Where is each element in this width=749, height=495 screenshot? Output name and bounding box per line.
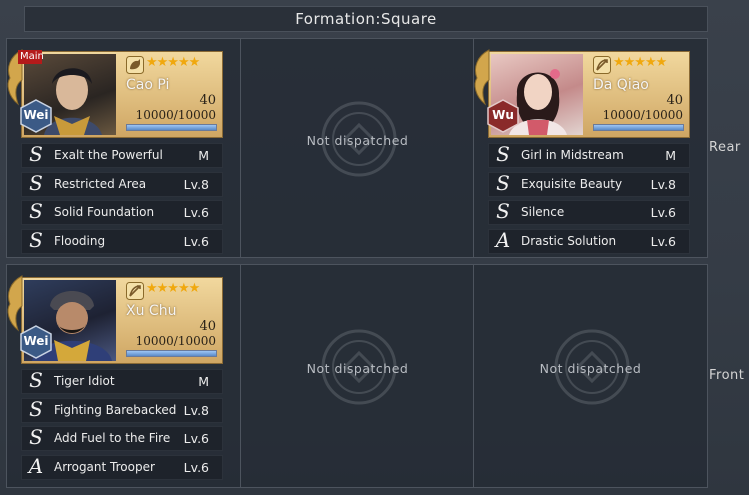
- skill-grade: S: [29, 142, 43, 166]
- skill-grade: S: [29, 227, 43, 252]
- skill-row[interactable]: S Flooding Lv.6: [21, 227, 223, 254]
- faction-badge: Wei: [20, 325, 52, 359]
- skill-name: Tiger Idiot: [54, 374, 115, 388]
- skill-grade: S: [496, 142, 510, 166]
- skill-name: Flooding: [54, 233, 106, 248]
- front-row: Wei ★★★★★ Xu Chu 40 10000/10000 S Tiger …: [6, 264, 708, 488]
- star-rating: ★★★★★: [613, 55, 667, 70]
- skill-level: Lv.8: [183, 402, 209, 418]
- skill-level: M: [665, 148, 676, 163]
- faction-badge: Wei: [20, 99, 52, 133]
- skill-list: S Girl in Midstream M S Exquisite Beauty…: [488, 143, 690, 257]
- skill-row[interactable]: S Add Fuel to the Fire Lv.6: [21, 426, 223, 451]
- skill-grade: A: [495, 227, 511, 252]
- hero-card-da-qiao[interactable]: Wu ★★★★★ Da Qiao 40 10000/10000: [474, 49, 690, 138]
- archer-icon: [126, 282, 144, 300]
- skill-list: S Tiger Idiot M S Fighting Barebacked Lv…: [21, 369, 223, 483]
- faction-badge: Wu: [487, 99, 519, 133]
- skill-grade: S: [496, 170, 510, 195]
- skill-name: Solid Foundation: [54, 205, 155, 219]
- troop-bar-fill: [127, 125, 216, 130]
- formation-title: Formation:Square: [24, 6, 708, 32]
- troop-count: 10000/10000: [135, 108, 216, 122]
- wing-ornament-icon: [474, 49, 490, 106]
- skill-row[interactable]: S Restricted Area Lv.8: [21, 170, 223, 197]
- hero-level: 40: [199, 93, 216, 108]
- skill-row[interactable]: S Girl in Midstream M: [488, 143, 690, 168]
- not-dispatched-label: Not dispatched: [306, 133, 409, 148]
- skill-row[interactable]: A Drastic Solution Lv.6: [488, 227, 690, 254]
- skill-level: Lv.6: [650, 233, 676, 249]
- skill-level: Lv.6: [183, 205, 209, 220]
- hero-name: Xu Chu: [126, 303, 177, 319]
- skill-level: Lv.8: [183, 176, 209, 192]
- skill-row[interactable]: S Solid Foundation Lv.6: [21, 200, 223, 225]
- skill-name: Exalt the Powerful: [54, 148, 163, 162]
- not-dispatched-label: Not dispatched: [306, 361, 409, 376]
- skill-level: Lv.6: [183, 233, 209, 249]
- skill-grade: S: [29, 368, 43, 392]
- hero-name: Cao Pi: [126, 77, 170, 93]
- hero-card-xu-chu[interactable]: Wei ★★★★★ Xu Chu 40 10000/10000: [7, 275, 223, 364]
- skill-level: Lv.6: [183, 431, 209, 446]
- rear-slot-2[interactable]: Not dispatched: [240, 39, 474, 257]
- star-rating: ★★★★★: [146, 55, 200, 70]
- troop-bar: [126, 124, 217, 131]
- archer-icon: [593, 56, 611, 74]
- skill-grade: A: [28, 453, 44, 478]
- front-slot-3[interactable]: Not dispatched: [473, 265, 707, 487]
- main-badge: Main: [18, 50, 44, 64]
- not-dispatched-label: Not dispatched: [539, 361, 642, 376]
- troop-bar-fill: [127, 351, 216, 356]
- troop-count: 10000/10000: [135, 334, 216, 348]
- skill-row[interactable]: S Silence Lv.6: [488, 200, 690, 225]
- skill-level: Lv.6: [650, 205, 676, 220]
- hero-level: 40: [199, 319, 216, 334]
- troop-bar-fill: [594, 125, 683, 130]
- row-label-rear: Rear: [709, 140, 741, 155]
- hero-name: Da Qiao: [593, 77, 649, 93]
- troop-bar: [593, 124, 684, 131]
- cavalry-icon: [126, 56, 144, 74]
- rear-slot-1[interactable]: Main Wei ★★★★★ Cao Pi 40 10000/10000 S E…: [7, 39, 240, 257]
- rear-slot-3[interactable]: Wu ★★★★★ Da Qiao 40 10000/10000 S Girl i…: [473, 39, 707, 257]
- skill-name: Girl in Midstream: [521, 148, 624, 162]
- skill-grade: S: [29, 396, 43, 421]
- hero-level: 40: [666, 93, 683, 108]
- star-rating: ★★★★★: [146, 281, 200, 296]
- skill-row[interactable]: S Tiger Idiot M: [21, 369, 223, 394]
- skill-name: Restricted Area: [54, 176, 147, 191]
- skill-level: Lv.6: [183, 459, 209, 475]
- skill-grade: S: [29, 170, 43, 195]
- hero-card-cao-pi[interactable]: Main Wei ★★★★★ Cao Pi 40 10000/10000: [7, 49, 223, 138]
- skill-grade: S: [29, 425, 43, 449]
- skill-name: Arrogant Trooper: [54, 459, 155, 474]
- skill-level: Lv.8: [650, 176, 676, 192]
- empty-slot[interactable]: Not dispatched: [474, 265, 707, 487]
- skill-grade: S: [496, 199, 510, 223]
- skill-row[interactable]: S Exquisite Beauty Lv.8: [488, 170, 690, 197]
- skill-level: M: [198, 148, 209, 163]
- skill-row[interactable]: S Fighting Barebacked Lv.8: [21, 396, 223, 423]
- skill-name: Add Fuel to the Fire: [54, 431, 171, 445]
- skill-name: Fighting Barebacked: [54, 402, 177, 417]
- skill-list: S Exalt the Powerful M S Restricted Area…: [21, 143, 223, 257]
- troop-count: 10000/10000: [602, 108, 683, 122]
- skill-name: Silence: [521, 205, 565, 219]
- empty-slot[interactable]: Not dispatched: [241, 39, 474, 257]
- wing-ornament-icon: [7, 275, 23, 332]
- skill-grade: S: [29, 199, 43, 223]
- row-label-front: Front: [709, 368, 745, 383]
- troop-bar: [126, 350, 217, 357]
- front-slot-2[interactable]: Not dispatched: [240, 265, 474, 487]
- skill-level: M: [198, 374, 209, 389]
- front-slot-1[interactable]: Wei ★★★★★ Xu Chu 40 10000/10000 S Tiger …: [7, 265, 240, 487]
- skill-row[interactable]: A Arrogant Trooper Lv.6: [21, 453, 223, 480]
- rear-row: Main Wei ★★★★★ Cao Pi 40 10000/10000 S E…: [6, 38, 708, 258]
- skill-row[interactable]: S Exalt the Powerful M: [21, 143, 223, 168]
- empty-slot[interactable]: Not dispatched: [241, 265, 474, 487]
- skill-name: Drastic Solution: [521, 233, 617, 248]
- skill-name: Exquisite Beauty: [521, 176, 623, 191]
